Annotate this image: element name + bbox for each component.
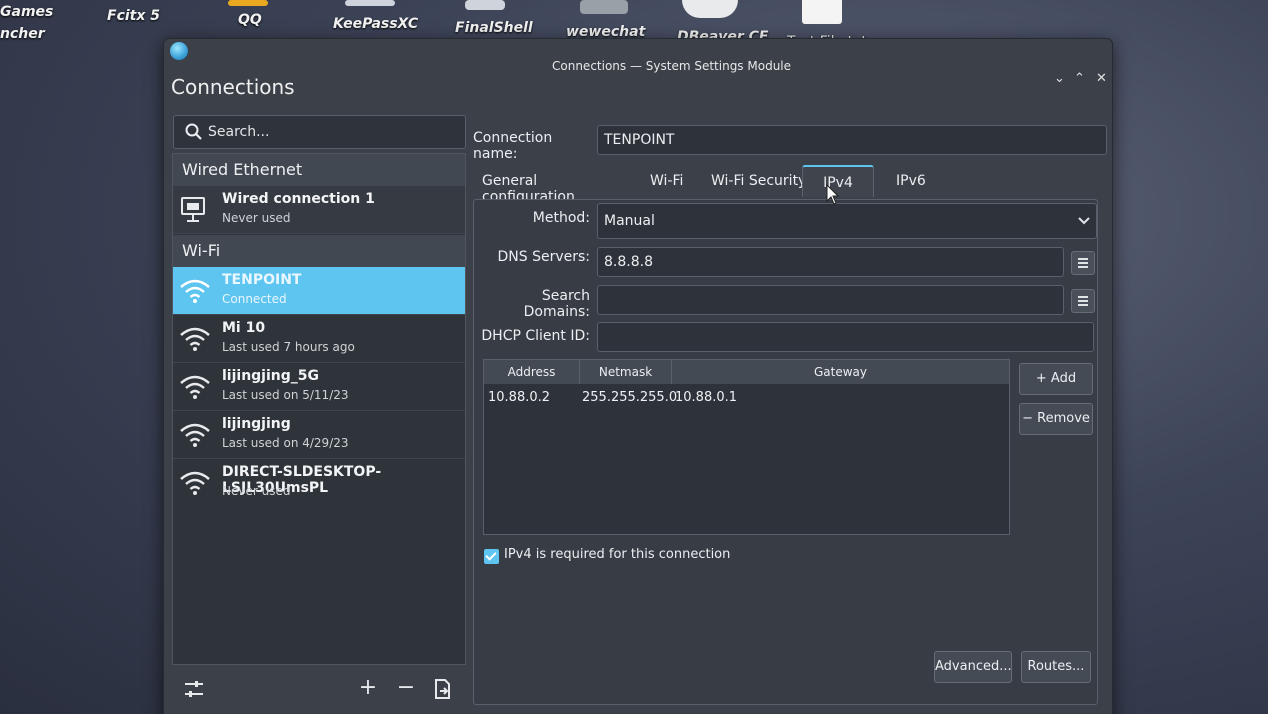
column-header-netmask[interactable]: Netmask [580,360,672,384]
advanced-button[interactable]: Advanced... [934,651,1012,683]
list-icon [1078,296,1088,306]
dns-servers-label: DNS Servers: [497,249,590,265]
keepassxc-icon [345,0,395,6]
connection-item-tenpoint[interactable]: TENPOINT Connected [173,267,465,315]
mouse-cursor-icon [826,184,840,205]
maximize-icon[interactable]: ⌃ [1074,71,1085,86]
column-header-address[interactable]: Address [484,360,580,384]
routes-button[interactable]: Routes... [1021,651,1091,683]
connection-list-toolbar: + − [172,669,466,709]
list-icon [1078,258,1088,268]
search-domains-field[interactable] [597,285,1064,315]
connection-list[interactable]: Wired Ethernet Wired connection 1 Never … [172,153,466,665]
wifi-icon [180,375,210,399]
finalshell-icon [465,0,505,10]
connection-status: Last used on 4/29/23 [222,436,349,450]
connection-item-direct[interactable]: DIRECT-SLDESKTOP-LSJL30UmsPL Never used [173,459,465,507]
ipv4-required-label: IPv4 is required for this connection [504,547,731,562]
window-titlebar[interactable]: Connections — System Settings Module ⌄ ⌃… [164,39,1112,86]
wifi-icon [180,423,210,447]
desktop-icon-finalshell[interactable]: FinalShell [455,20,533,36]
globe-icon [170,42,188,60]
dhcp-client-id-field[interactable] [597,322,1094,352]
table-cell-gateway[interactable]: 10.88.0.1 [675,390,737,405]
connection-item-wired-1[interactable]: Wired connection 1 Never used [173,186,465,234]
wired-monitor-icon [181,197,205,222]
connection-status: Never used [222,484,291,498]
connection-name: lijingjing [222,416,291,432]
search-icon [185,123,202,140]
dns-servers-field[interactable]: 8.8.8.8 [597,247,1064,277]
chevron-down-icon [1078,217,1090,225]
close-icon[interactable]: ✕ [1096,71,1107,86]
desktop-icon-games[interactable]: Games [0,4,53,20]
tab-wifi[interactable]: Wi-Fi [650,165,700,197]
search-domains-label: Search Domains: [523,288,590,320]
connection-name: TENPOINT [222,272,302,288]
search-box[interactable] [173,115,466,149]
section-header-wired: Wired Ethernet [173,154,465,186]
qq-icon [228,0,268,6]
dns-list-button[interactable] [1071,251,1095,275]
connection-item-lijingjing[interactable]: lijingjing Last used on 4/29/23 [173,411,465,459]
connection-name-label: Connection name: [473,130,553,162]
export-icon[interactable] [430,677,454,701]
remove-address-button[interactable]: − Remove [1019,403,1093,435]
tab-wifi-security[interactable]: Wi-Fi Security [711,165,811,197]
connection-name-field[interactable]: TENPOINT [597,125,1107,155]
dbeaver-icon [682,0,738,18]
desktop-icon-qq[interactable]: QQ [238,12,262,28]
connection-status: Last used on 5/11/23 [222,388,349,402]
method-label: Method: [532,210,590,226]
text-file-icon [802,0,842,24]
desktop-icon-fcitx5[interactable]: Fcitx 5 [107,8,160,24]
connection-item-lijingjing-5g[interactable]: lijingjing_5G Last used on 5/11/23 [173,363,465,411]
wifi-icon [180,279,210,303]
connection-name: lijingjing_5G [222,368,320,384]
desktop-icon-keepassxc[interactable]: KeePassXC [333,16,418,32]
add-connection-button[interactable]: + [356,677,380,701]
page-title: Connections [171,75,295,99]
window-title: Connections — System Settings Module [552,59,792,73]
method-dropdown[interactable]: Manual [597,203,1097,239]
wewechat-icon [580,0,628,14]
connection-name: Wired connection 1 [222,191,375,207]
add-address-button[interactable]: + Add [1019,363,1093,395]
section-header-wifi: Wi-Fi [173,235,465,267]
connection-status: Last used 7 hours ago [222,340,355,354]
column-header-gateway[interactable]: Gateway [672,360,1009,384]
address-table[interactable]: Address Netmask Gateway 10.88.0.2 255.25… [483,359,1010,535]
settings-tabs: General configuration Wi-Fi Wi-Fi Securi… [476,165,1106,205]
connection-status: Never used [222,211,291,225]
tab-ipv6[interactable]: IPv6 [896,165,946,197]
connection-item-mi10[interactable]: Mi 10 Last used 7 hours ago [173,315,465,363]
table-cell-address[interactable]: 10.88.0.2 [488,390,550,405]
table-cell-netmask[interactable]: 255.255.255.0 [582,390,677,405]
connections-window: Connections — System Settings Module ⌄ ⌃… [163,38,1113,714]
ipv4-required-checkbox[interactable] [484,549,499,564]
minimize-icon[interactable]: ⌄ [1054,71,1065,86]
wifi-icon [180,471,210,495]
wifi-icon [180,327,210,351]
search-domains-list-button[interactable] [1071,289,1095,313]
sliders-icon[interactable] [182,677,206,701]
tab-general-configuration[interactable]: General configuration [482,165,632,205]
remove-connection-button[interactable]: − [394,677,418,701]
dhcp-client-id-label: DHCP Client ID: [481,328,590,344]
method-value: Manual [604,213,655,229]
desktop-icon-launcher[interactable]: ncher [0,26,45,42]
connection-status: Connected [222,292,287,306]
connection-name: Mi 10 [222,320,266,336]
search-input[interactable] [208,122,458,142]
